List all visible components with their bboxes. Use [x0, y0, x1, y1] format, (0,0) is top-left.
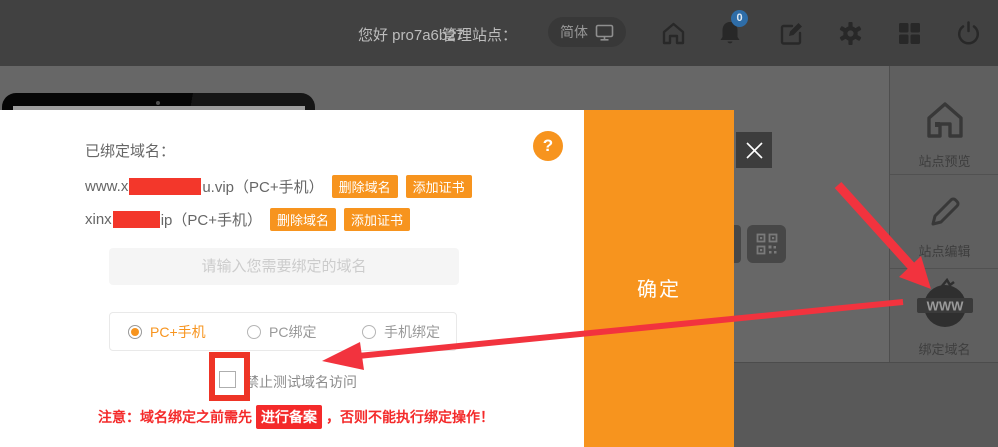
domain-text-suffix: u.vip（PC+手机） [202, 176, 323, 197]
sidebar-item-label: 绑定域名 [890, 339, 998, 358]
page: 您好 pro7a6b27 管理站点： 简体 0 [0, 0, 998, 447]
sidebar-item-site-edit[interactable]: 站点编辑 [890, 192, 998, 260]
sidebar-item-bind-domain[interactable]: WWW 绑定域名 [890, 278, 998, 358]
notifications-bell-icon[interactable]: 0 [715, 16, 745, 50]
delete-domain-button[interactable]: 删除域名 [332, 175, 398, 198]
forbid-test-domain-label: 禁止测试域名访问 [245, 372, 357, 392]
radio-circle [247, 325, 261, 339]
domain-input[interactable] [109, 248, 459, 285]
radio-label: PC绑定 [269, 322, 316, 342]
bound-domain-row: www.x u.vip（PC+手机） 删除域名 添加证书 [85, 175, 472, 198]
notification-badge: 0 [731, 10, 748, 27]
warning-prefix: 注意：域名绑定之前需先 [98, 407, 252, 427]
delete-domain-button[interactable]: 删除域名 [270, 208, 336, 231]
close-icon [745, 141, 764, 160]
monitor-icon [595, 24, 614, 41]
bound-domains-label: 已绑定域名： [85, 140, 175, 161]
pencil-icon [925, 192, 965, 232]
right-sidebar: 站点预览 站点编辑 WWW 绑定域名 [889, 66, 998, 362]
qr-code-icon [756, 233, 778, 255]
qr-code-button[interactable] [747, 225, 786, 263]
tablet-camera-dot [156, 101, 160, 105]
close-dialog-button[interactable] [736, 132, 772, 168]
sidebar-item-label: 站点预览 [890, 151, 998, 170]
help-button[interactable]: ? [533, 131, 563, 161]
logout-power-icon[interactable] [953, 16, 983, 50]
domain-text-prefix: www.x [85, 178, 128, 195]
forbid-test-domain-checkbox[interactable] [219, 371, 236, 388]
sidebar-item-site-preview[interactable]: 站点预览 [890, 98, 998, 170]
manage-site-label: 管理站点： [442, 24, 517, 45]
redaction-box [129, 178, 201, 195]
radio-mobile-only[interactable]: 手机绑定 [362, 313, 440, 350]
domain-text-suffix: ip（PC+手机） [161, 209, 262, 230]
add-certificate-button[interactable]: 添加证书 [344, 208, 410, 231]
home-icon[interactable] [658, 16, 688, 50]
settings-gear-icon[interactable] [835, 16, 865, 50]
icp-filing-link[interactable]: 进行备案 [256, 405, 322, 429]
warning-suffix: ，否则不能执行绑定操作！ [326, 407, 494, 427]
confirm-button[interactable]: 确定 [584, 110, 734, 447]
confirm-button-label: 确定 [584, 273, 734, 302]
sidebar-item-label: 站点编辑 [890, 241, 998, 260]
house-icon [923, 98, 967, 142]
apps-grid-icon[interactable] [894, 16, 924, 50]
top-bar: 您好 pro7a6b27 管理站点： 简体 0 [0, 0, 998, 66]
bind-mode-radio-group: PC+手机 PC绑定 手机绑定 [109, 312, 457, 351]
add-certificate-button[interactable]: 添加证书 [406, 175, 472, 198]
www-icon-text: WWW [926, 299, 964, 314]
redaction-box [113, 211, 160, 228]
radio-pc-and-mobile[interactable]: PC+手机 [128, 313, 206, 350]
language-label: 简体 [560, 22, 588, 42]
radio-label: PC+手机 [150, 322, 206, 342]
radio-pc-only[interactable]: PC绑定 [247, 313, 316, 350]
language-switch-button[interactable]: 简体 [548, 17, 626, 47]
domain-text-prefix: xinx [85, 211, 112, 228]
radio-circle-selected [128, 325, 142, 339]
www-globe-icon: WWW [914, 278, 976, 330]
radio-label: 手机绑定 [384, 322, 440, 342]
background-footer-band [734, 362, 998, 447]
radio-circle [362, 325, 376, 339]
bind-domain-dialog: ? 已绑定域名： www.x u.vip（PC+手机） 删除域名 添加证书 xin… [0, 110, 584, 447]
hidden-button-sliver [734, 225, 741, 263]
sidebar-divider [890, 174, 998, 175]
edit-site-icon[interactable] [776, 16, 806, 50]
sidebar-divider [890, 268, 998, 269]
bound-domain-row: xinx ip（PC+手机） 删除域名 添加证书 [85, 208, 410, 231]
icp-warning: 注意：域名绑定之前需先 进行备案 ，否则不能执行绑定操作！ [98, 405, 494, 429]
